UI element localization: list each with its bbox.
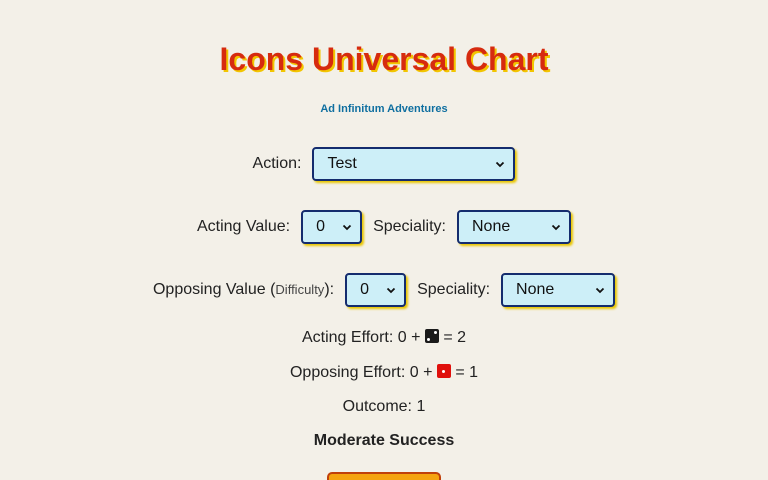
chevron-down-icon: [496, 161, 505, 168]
opposing-value-select-value: 0: [360, 281, 369, 298]
acting-speciality-label: Speciality:: [373, 218, 446, 235]
page-title: Icons Universal Chart: [219, 41, 549, 77]
action-select[interactable]: Test: [312, 147, 516, 181]
page-subtitle: Ad Infinitum Adventures: [320, 103, 448, 115]
opposing-value-label: Opposing Value (Difficulty):: [152, 281, 335, 298]
opposing-speciality-select-value: None: [516, 281, 555, 298]
opposing-speciality-select[interactable]: None: [501, 273, 616, 307]
page: Icons Universal Chart Ad Infinitum Adven…: [0, 0, 768, 480]
difficulty-label: Difficulty: [275, 282, 325, 297]
acting-speciality-select-value: None: [472, 218, 511, 235]
action-row: Action: Test: [0, 146, 768, 182]
outcome-verdict: Moderate Success: [313, 432, 455, 449]
action-label: Action:: [252, 155, 302, 172]
acting-row: Acting Value: 0 Speciality: None: [0, 209, 768, 245]
acting-value-label: Acting Value:: [196, 218, 291, 235]
opposing-effort: Opposing Effort: 0 + = 1: [289, 364, 479, 381]
die-face-2-icon: [424, 329, 439, 343]
opposing-row: Opposing Value (Difficulty): 0 Specialit…: [0, 272, 768, 308]
acting-speciality-select[interactable]: None: [457, 210, 571, 244]
die-face-1-icon: [436, 364, 451, 378]
acting-value-select-value: 0: [316, 218, 325, 235]
opposing-speciality-label: Speciality:: [417, 281, 491, 298]
action-select-value: Test: [327, 155, 357, 172]
opposing-value-select[interactable]: 0: [345, 273, 407, 307]
acting-effort: Acting Effort: 0 + = 2: [301, 329, 467, 346]
roll-button[interactable]: [327, 472, 441, 480]
chevron-down-icon: [595, 287, 605, 294]
acting-value-select[interactable]: 0: [301, 210, 363, 244]
chevron-down-icon: [342, 224, 352, 231]
chevron-down-icon: [551, 224, 561, 231]
outcome-text: Outcome: 1: [342, 398, 426, 415]
chevron-down-icon: [386, 287, 396, 294]
